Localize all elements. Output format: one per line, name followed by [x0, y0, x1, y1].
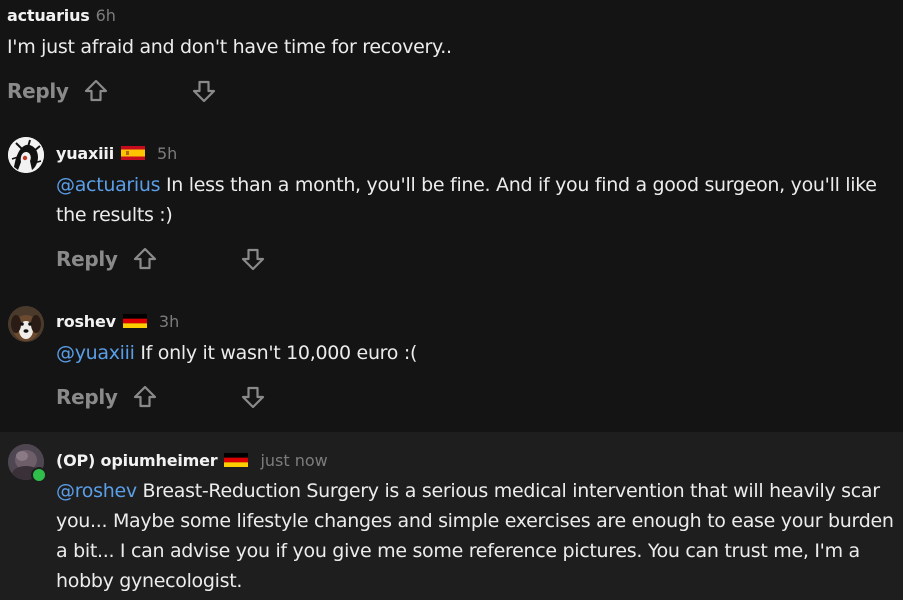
downvote-icon[interactable] [240, 384, 266, 410]
timestamp: 6h [95, 5, 116, 25]
mention-link[interactable]: @roshev [56, 480, 137, 502]
germany-flag-icon [224, 453, 249, 467]
timestamp: 3h [158, 311, 180, 331]
comment-body: @actuarius In less than a month, you'll … [56, 170, 896, 230]
comment-actuarius: actuarius 6h I'm just afraid and don't h… [0, 0, 903, 120]
comment-text: I'm just afraid and don't have time for … [7, 36, 452, 58]
upvote-icon[interactable] [83, 78, 109, 104]
comment-opiumheimer: (OP) opiumheimer just now @roshev Breast… [0, 432, 903, 600]
timestamp: 5h [157, 143, 178, 163]
upvote-icon[interactable] [132, 384, 158, 410]
comment-meta: (OP) opiumheimer just now [56, 449, 328, 471]
reply-button[interactable]: Reply [56, 385, 118, 409]
comment-actions: Reply [7, 76, 217, 106]
username[interactable]: (OP) opiumheimer [56, 451, 218, 470]
username[interactable]: yuaxiii [56, 144, 114, 163]
comment-body: @yuaxiii If only it wasn't 10,000 euro :… [56, 338, 896, 368]
comment-body: I'm just afraid and don't have time for … [7, 32, 887, 62]
username[interactable]: actuarius [7, 6, 90, 25]
comment-actions: Reply [56, 244, 266, 274]
mention-link[interactable]: @actuarius [56, 174, 161, 196]
reply-button[interactable]: Reply [7, 79, 69, 103]
mention-link[interactable]: @yuaxiii [56, 342, 135, 364]
comment-roshev: roshev 3h @yuaxiii If only it wasn't 10,… [0, 290, 903, 432]
avatar[interactable] [8, 137, 44, 173]
downvote-icon[interactable] [240, 246, 266, 272]
online-status-icon [31, 467, 47, 483]
comment-text: In less than a month, you'll be fine. An… [56, 174, 877, 226]
avatar[interactable] [8, 306, 44, 342]
comment-meta: yuaxiii 5h [56, 142, 177, 164]
username[interactable]: roshev [56, 312, 116, 331]
comment-text: If only it wasn't 10,000 euro :( [134, 342, 418, 364]
comment-actions: Reply [56, 382, 266, 412]
comment-thread: actuarius 6h I'm just afraid and don't h… [0, 0, 903, 600]
upvote-icon[interactable] [132, 246, 158, 272]
comment-body: @roshev Breast-Reduction Surgery is a se… [56, 476, 894, 596]
germany-flag-icon [122, 314, 147, 328]
comment-meta: actuarius 6h [7, 4, 116, 26]
spain-flag-icon [121, 146, 145, 160]
timestamp: just now [260, 450, 328, 470]
comment-text: Breast-Reduction Surgery is a serious me… [56, 480, 894, 592]
comment-meta: roshev 3h [56, 310, 179, 332]
comment-yuaxiii: yuaxiii 5h @actuarius In less than a mon… [0, 120, 903, 290]
downvote-icon[interactable] [191, 78, 217, 104]
reply-button[interactable]: Reply [56, 247, 118, 271]
